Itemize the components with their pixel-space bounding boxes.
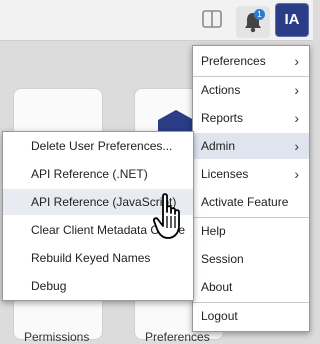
- menu-item-session[interactable]: Session: [193, 246, 309, 272]
- chevron-right-icon: ›: [294, 53, 299, 69]
- notifications-button[interactable]: 1: [236, 6, 270, 38]
- submenu-item-debug[interactable]: Debug: [3, 273, 193, 299]
- menu-item-preferences[interactable]: Preferences ›: [193, 48, 309, 74]
- chevron-right-icon: ›: [294, 82, 299, 98]
- menu-item-admin[interactable]: Admin ›: [193, 133, 309, 159]
- notification-badge: 1: [254, 9, 265, 20]
- menu-item-about[interactable]: About: [193, 274, 309, 300]
- menu-item-actions[interactable]: Actions ›: [193, 77, 309, 103]
- preferences-card-label: Preferences: [145, 330, 210, 344]
- chevron-right-icon: ›: [294, 166, 299, 182]
- permissions-card-label: Permissions: [24, 330, 90, 344]
- submenu-item-delete-user-preferences[interactable]: Delete User Preferences...: [3, 133, 193, 159]
- top-bar: 1 IA: [0, 0, 313, 41]
- menu-item-activate-feature[interactable]: Activate Feature: [193, 189, 309, 215]
- hand-pointer-icon: [152, 193, 180, 239]
- user-avatar-button[interactable]: IA: [276, 4, 308, 36]
- menu-item-help[interactable]: Help: [193, 218, 309, 244]
- main-menu: Preferences › Actions › Reports › Admin …: [192, 45, 310, 332]
- menu-item-logout[interactable]: Logout: [193, 303, 309, 329]
- chevron-right-icon: ›: [294, 138, 299, 154]
- submenu-item-rebuild-keyed-names[interactable]: Rebuild Keyed Names: [3, 245, 193, 271]
- submenu-item-api-reference-net[interactable]: API Reference (.NET): [3, 161, 193, 187]
- chevron-right-icon: ›: [294, 110, 299, 126]
- menu-item-reports[interactable]: Reports ›: [193, 105, 309, 131]
- menu-item-licenses[interactable]: Licenses ›: [193, 161, 309, 187]
- panel-toggle-icon[interactable]: [202, 10, 222, 28]
